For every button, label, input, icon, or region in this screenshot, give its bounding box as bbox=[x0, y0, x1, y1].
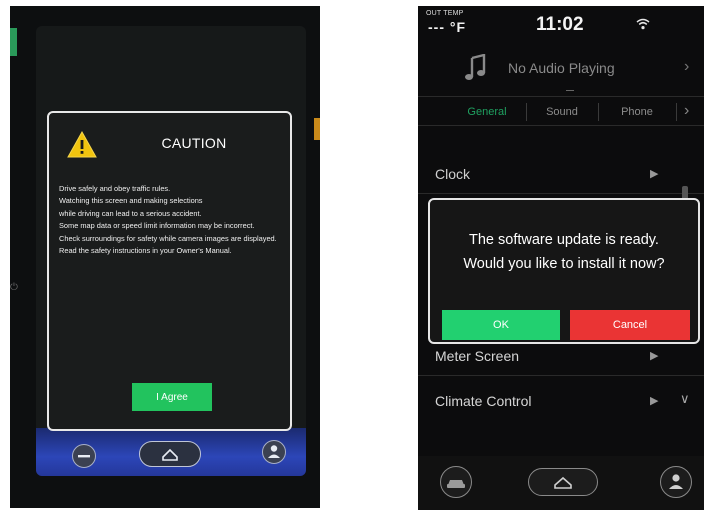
caution-screen-photo: ⏻ CAUTION Drive safely and obey traffic … bbox=[10, 6, 320, 508]
caution-message: Drive safely and obey traffic rules. Wat… bbox=[59, 183, 287, 257]
home-icon bbox=[553, 476, 572, 489]
menu-item-label: Meter Screen bbox=[435, 348, 520, 364]
tab-sound[interactable]: Sound bbox=[527, 97, 597, 127]
screenshot-stage: ⏻ CAUTION Drive safely and obey traffic … bbox=[0, 0, 704, 512]
right-bottom-bar bbox=[418, 456, 704, 510]
caution-dialog: CAUTION Drive safely and obey traffic ru… bbox=[47, 111, 292, 431]
caution-line: Some map data or speed limit information… bbox=[59, 221, 255, 231]
update-message-line: Would you like to install it now? bbox=[463, 256, 665, 272]
chevron-down-icon[interactable]: ∨ bbox=[680, 391, 690, 407]
profile-button[interactable] bbox=[660, 466, 692, 498]
person-icon bbox=[267, 444, 280, 458]
bezel-green-edge bbox=[10, 28, 17, 56]
profile-button[interactable] bbox=[262, 440, 286, 464]
caution-line: Read the safety instructions in your Own… bbox=[59, 246, 232, 256]
music-note-icon bbox=[465, 54, 486, 80]
audio-divider bbox=[566, 90, 574, 91]
settings-tab-bar: General Sound Phone › bbox=[418, 96, 704, 126]
car-icon bbox=[446, 479, 465, 488]
play-arrow-icon: ▶ bbox=[650, 350, 659, 362]
play-arrow-icon: ▶ bbox=[650, 395, 659, 407]
software-update-dialog: The software update is ready. Would you … bbox=[428, 198, 700, 344]
person-icon bbox=[668, 473, 683, 489]
minus-icon bbox=[77, 454, 90, 457]
tab-general[interactable]: General bbox=[448, 97, 526, 127]
minus-button[interactable] bbox=[72, 444, 96, 468]
audio-source-row[interactable]: No Audio Playing › bbox=[418, 46, 704, 94]
ok-button[interactable]: OK bbox=[442, 310, 560, 340]
agree-button[interactable]: I Agree bbox=[132, 383, 212, 411]
home-button[interactable] bbox=[139, 441, 201, 467]
out-temp-value: --- °F bbox=[428, 19, 467, 35]
home-button[interactable] bbox=[528, 468, 598, 496]
wifi-icon bbox=[636, 18, 650, 30]
menu-item-label: Climate Control bbox=[435, 393, 532, 409]
car-button[interactable] bbox=[440, 466, 472, 498]
status-bar: OUT TEMP --- °F 11:02 bbox=[418, 6, 704, 46]
tab-phone[interactable]: Phone bbox=[599, 97, 675, 127]
settings-screen-photo: OUT TEMP --- °F 11:02 No Audio Playing ›… bbox=[418, 6, 704, 510]
left-bottom-bar bbox=[36, 434, 306, 476]
caution-line: Watching this screen and making selectio… bbox=[59, 196, 203, 206]
menu-item-clock[interactable]: Clock ▶ bbox=[418, 154, 704, 194]
update-message-line: The software update is ready. bbox=[469, 232, 659, 248]
clock-readout: 11:02 bbox=[536, 14, 584, 35]
caution-line: Check surroundings for safety while came… bbox=[59, 233, 277, 243]
cancel-button[interactable]: Cancel bbox=[570, 310, 690, 340]
caution-line: while driving can lead to a serious acci… bbox=[59, 208, 202, 218]
tab-divider bbox=[676, 103, 677, 121]
menu-item-climate-control[interactable]: Climate Control ▶ bbox=[418, 381, 704, 421]
home-icon bbox=[161, 448, 178, 461]
chevron-right-icon[interactable]: › bbox=[684, 58, 689, 76]
chevron-right-icon[interactable]: › bbox=[684, 102, 689, 120]
caution-line: Drive safely and obey traffic rules. bbox=[59, 184, 171, 193]
caution-title: CAUTION bbox=[161, 135, 227, 151]
out-temp-label: OUT TEMP bbox=[426, 10, 464, 17]
play-arrow-icon: ▶ bbox=[650, 168, 659, 180]
warning-icon bbox=[67, 131, 97, 158]
audio-status-text: No Audio Playing bbox=[508, 60, 615, 76]
power-icon[interactable]: ⏻ bbox=[10, 282, 18, 293]
bezel-amber-light bbox=[314, 118, 320, 140]
menu-item-label: Clock bbox=[435, 166, 471, 182]
